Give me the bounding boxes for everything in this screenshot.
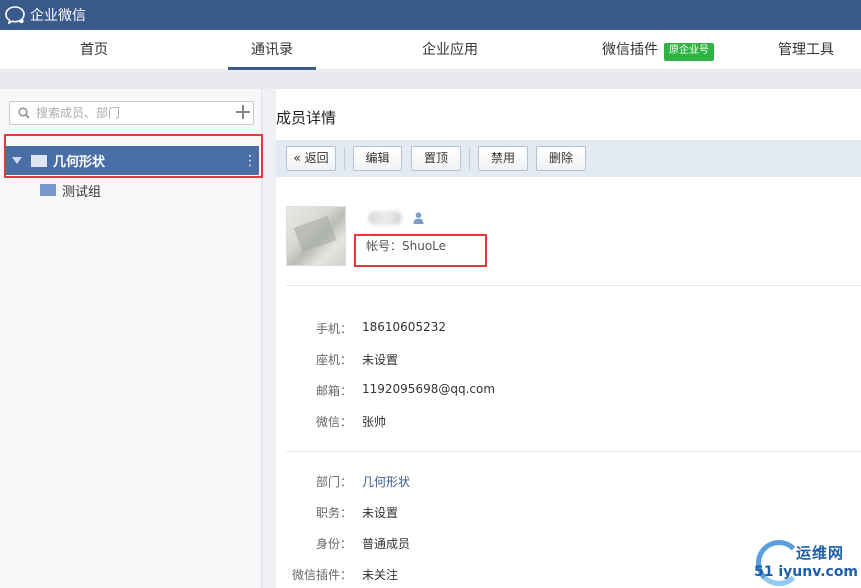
email-label: 邮箱： <box>315 384 352 398</box>
spacer-strip <box>0 71 861 89</box>
nav-home[interactable]: 首页 <box>64 30 124 70</box>
site-watermark: 运维网 51 iyunv.com <box>752 540 861 588</box>
toolbar-divider <box>344 147 345 170</box>
role-value: 普通成员 <box>362 537 411 551</box>
department-label: 部门： <box>315 475 352 489</box>
nav-wechat-plugin-label: 微信插件 <box>602 42 658 58</box>
wechat-label: 微信： <box>315 415 352 429</box>
search-icon <box>18 107 30 119</box>
page-title: 成员详情 <box>276 109 337 127</box>
tree-item-label: 测试组 <box>62 184 102 200</box>
watermark-text: 运维网 <box>796 544 845 562</box>
avatar <box>286 206 346 266</box>
wechat-value: 张帅 <box>362 415 387 429</box>
department-link[interactable]: 几何形状 <box>362 473 410 490</box>
person-icon <box>413 212 424 224</box>
wecom-logo-icon <box>4 4 26 26</box>
org-tree-panel: 几何形状 ⋮ 测试组 <box>0 89 262 588</box>
nav-management-tools-label: 管理工具 <box>778 42 834 58</box>
disable-button[interactable]: 禁用 <box>478 146 528 171</box>
nav-apps-label: 企业应用 <box>422 42 478 58</box>
tree-item-child[interactable]: 测试组 <box>40 181 102 200</box>
nav-contacts-label: 通讯录 <box>251 42 293 58</box>
member-detail-panel: 成员详情 « 返回 编辑 置顶 禁用 删除 帐号：ShuoLe 手机： 1861… <box>276 89 861 588</box>
folder-icon <box>40 184 56 196</box>
phone-label: 手机： <box>315 322 352 336</box>
phone-value: 18610605232 <box>362 320 446 334</box>
delete-button[interactable]: 删除 <box>536 146 586 171</box>
nav-home-label: 首页 <box>80 42 108 58</box>
wechat-plugin-value: 未关注 <box>362 568 399 582</box>
edit-button[interactable]: 编辑 <box>353 146 402 171</box>
title-bar: 企业微信 <box>0 0 861 30</box>
section-divider <box>286 451 861 452</box>
email-value: 1192095698@qq.com <box>362 382 496 396</box>
app-title: 企业微信 <box>30 8 86 24</box>
search-box[interactable] <box>9 101 254 125</box>
back-button[interactable]: « 返回 <box>286 146 336 171</box>
position-label: 职务： <box>315 506 352 520</box>
nav-apps[interactable]: 企业应用 <box>410 30 490 70</box>
nav-management-tools[interactable]: 管理工具 <box>770 30 842 70</box>
wechat-plugin-label: 微信插件： <box>291 568 352 582</box>
nav-wechat-plugin[interactable]: 微信插件 原企业号 <box>596 30 720 70</box>
landline-value: 未设置 <box>362 353 399 367</box>
tree-item-root[interactable]: 几何形状 ⋮ <box>4 146 259 175</box>
watermark-url: 51 iyunv.com <box>754 564 859 580</box>
tree-item-label: 几何形状 <box>53 155 106 170</box>
detail-toolbar: « 返回 编辑 置顶 禁用 删除 <box>276 140 861 177</box>
section-divider <box>286 285 861 286</box>
more-vertical-icon[interactable]: ⋮ <box>241 154 259 168</box>
role-label: 身份： <box>315 537 352 551</box>
nav-contacts[interactable]: 通讯录 <box>228 30 316 70</box>
back-button-label: 返回 <box>304 151 329 165</box>
member-name-redacted <box>368 211 402 225</box>
add-icon[interactable] <box>233 99 253 125</box>
position-value: 未设置 <box>362 506 399 520</box>
search-input[interactable] <box>36 104 248 122</box>
legacy-badge: 原企业号 <box>664 43 714 61</box>
caret-down-icon[interactable] <box>12 157 22 164</box>
main-nav: 首页 通讯录 企业应用 微信插件 原企业号 管理工具 <box>0 30 861 70</box>
landline-label: 座机： <box>315 353 352 367</box>
pin-button[interactable]: 置顶 <box>411 146 461 171</box>
double-chevron-left-icon: « <box>293 151 301 165</box>
folder-icon <box>31 154 47 167</box>
toolbar-divider <box>469 147 470 170</box>
account-id: 帐号：ShuoLe <box>366 239 447 253</box>
